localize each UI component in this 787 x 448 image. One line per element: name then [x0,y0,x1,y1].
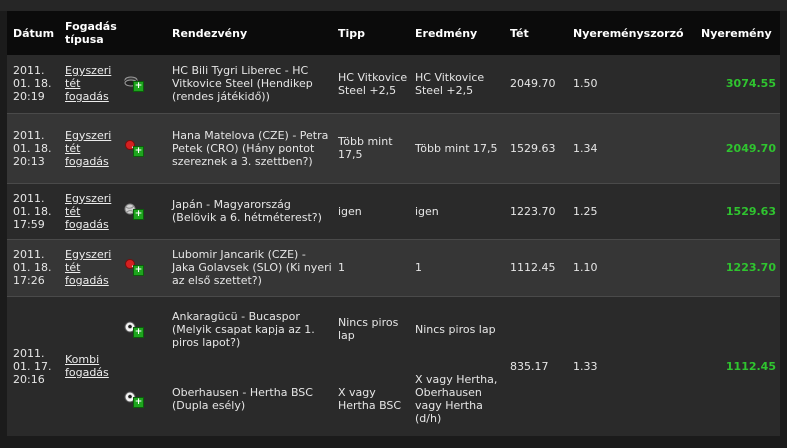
table-row: 2011. 01. 17. 20:16 Kombi fogadás + Anka… [7,295,780,436]
row-icon-cell: + [120,238,166,296]
add-icon: + [133,265,144,276]
row-bet-type: Egyszeri tét fogadás [59,55,120,113]
header-winnings: Nyeremény [695,11,780,55]
soccer-ball-icon[interactable]: + [124,391,144,408]
add-icon: + [133,145,144,157]
table-tennis-icon[interactable]: + [124,259,144,276]
leg-result: X vagy Hertha, Oberhausen vagy Hertha (d… [409,362,504,436]
soccer-ball-icon[interactable]: + [124,321,144,338]
row-bet-type: Egyszeri tét fogadás [59,238,120,296]
row-odds: 1.10 [567,238,695,296]
table-row: 2011. 01. 18. 20:19 Egyszeri tét fogadás… [7,55,780,113]
row-stake: 1529.63 [504,112,567,183]
leg-event: Ankaragücü - Bucaspor (Melyik csapat kap… [166,295,332,362]
row-icon-cell: + [120,362,166,436]
header-icon-spacer [120,11,166,55]
header-stake: Tét [504,11,567,55]
row-winnings: 1112.45 [695,295,780,436]
leg-result: Nincs piros lap [409,295,504,362]
row-bet-type: Egyszeri tét fogadás [59,182,120,239]
top-strip [0,0,787,11]
row-tip: igen [332,182,409,239]
row-icon-cell: + [120,112,166,183]
row-date: 2011. 01. 18. 17:59 [7,182,59,239]
row-icon-cell: + [120,55,166,113]
row-stake: 835.17 [504,295,567,436]
bet-type-link[interactable]: Egyszeri tét fogadás [65,192,111,231]
add-icon: + [133,396,144,408]
row-tip: HC Vitkovice Steel +2,5 [332,55,409,113]
row-result: 1 [409,238,504,296]
header-event: Rendezvény [166,11,332,55]
row-tip: Több mint 17,5 [332,112,409,183]
row-odds: 1.33 [567,295,695,436]
add-icon: + [133,326,144,338]
row-event: HC Bili Tygri Liberec - HC Vitkovice Ste… [166,55,332,113]
row-winnings: 1529.63 [695,182,780,239]
row-winnings: 2049.70 [695,112,780,183]
row-date: 2011. 01. 18. 20:19 [7,55,59,113]
bet-type-link[interactable]: Kombi fogadás [65,353,109,379]
row-event: Japán - Magyarország (Belövik a 6. hétmé… [166,182,332,239]
add-icon: + [133,208,144,220]
bet-type-link[interactable]: Egyszeri tét fogadás [65,129,111,168]
leg-tip: X vagy Hertha BSC [332,362,409,436]
row-odds: 1.50 [567,55,695,113]
row-tip: 1 [332,238,409,296]
table-tennis-icon[interactable]: + [124,139,144,157]
table-row: 2011. 01. 18. 20:13 Egyszeri tét fogadás… [7,112,780,183]
bet-type-link[interactable]: Egyszeri tét fogadás [65,248,111,287]
header-bet-type: Fogadás típusa [59,11,120,55]
row-result: Több mint 17,5 [409,112,504,183]
row-date: 2011. 01. 17. 20:16 [7,295,59,436]
row-winnings: 1223.70 [695,238,780,296]
row-bet-type: Egyszeri tét fogadás [59,112,120,183]
header-tip: Tipp [332,11,409,55]
header-result: Eredmény [409,11,504,55]
row-winnings: 3074.55 [695,55,780,113]
add-icon: + [133,81,144,93]
row-icon-cell: + [120,295,166,362]
row-result: igen [409,182,504,239]
row-result: HC Vitkovice Steel +2,5 [409,55,504,113]
row-event: Hana Matelova (CZE) - Petra Petek (CRO) … [166,112,332,183]
row-stake: 1223.70 [504,182,567,239]
header-date: Dátum [7,11,59,55]
bet-history-table: Dátum Fogadás típusa Rendezvény Tipp Ere… [7,11,780,436]
hockey-puck-icon[interactable]: + [124,75,144,93]
row-stake: 2049.70 [504,55,567,113]
row-icon-cell: + [120,182,166,239]
row-bet-type: Kombi fogadás [59,295,120,436]
table-header-row: Dátum Fogadás típusa Rendezvény Tipp Ere… [7,11,780,55]
row-date: 2011. 01. 18. 20:13 [7,112,59,183]
table-row: 2011. 01. 18. 17:26 Egyszeri tét fogadás… [7,238,780,296]
row-date: 2011. 01. 18. 17:26 [7,238,59,296]
handball-icon[interactable]: + [124,203,144,220]
leg-event: Oberhausen - Hertha BSC (Dupla esély) [166,362,332,436]
row-event: Lubomir Jancarik (CZE) - Jaka Golavsek (… [166,238,332,296]
leg-tip: Nincs piros lap [332,295,409,362]
row-odds: 1.25 [567,182,695,239]
table-row: 2011. 01. 18. 17:59 Egyszeri tét fogadás… [7,182,780,239]
header-odds: Nyereményszorzó [567,11,695,55]
row-odds: 1.34 [567,112,695,183]
row-stake: 1112.45 [504,238,567,296]
bet-type-link[interactable]: Egyszeri tét fogadás [65,64,111,103]
